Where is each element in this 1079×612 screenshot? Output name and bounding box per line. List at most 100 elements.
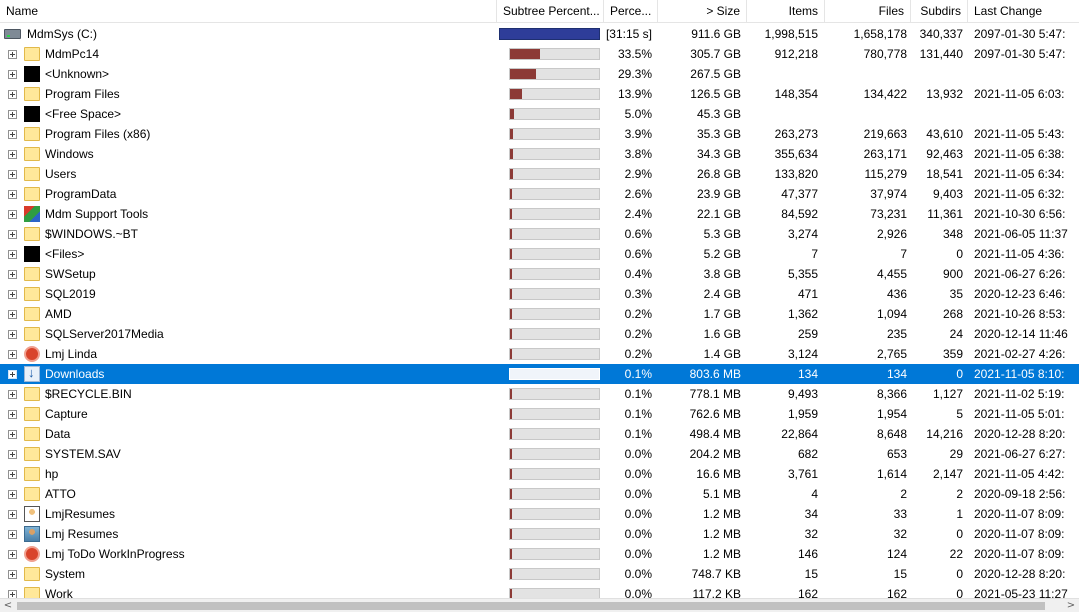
row-files: 263,171 (863, 147, 907, 161)
expand-toggle-icon[interactable] (8, 210, 17, 219)
row-subdirs: 0 (956, 527, 963, 541)
scroll-right-arrow-icon[interactable]: > (1064, 599, 1078, 612)
table-row[interactable]: Program Files 13.9% 126.5 GB 148,354 134,422… (0, 84, 1079, 104)
subtree-percent-bar (509, 508, 600, 520)
row-size: 1.4 GB (703, 347, 741, 361)
expand-toggle-icon[interactable] (8, 330, 17, 339)
subtree-percent-bar (509, 348, 600, 360)
table-row[interactable]: System 0.0% 748.7 KB 15 15 0 2020-12-28 8:20: (0, 564, 1079, 584)
expand-toggle-icon[interactable] (8, 410, 17, 419)
row-items: 22,864 (781, 427, 818, 441)
table-row[interactable]: Downloads 0.1% 803.6 MB 134 134 0 2021-11-05 8… (0, 364, 1079, 384)
row-subdirs: 18,541 (926, 167, 963, 181)
table-row[interactable]: hp 0.0% 16.6 MB 3,761 1,614 2,147 2021-11-05 4… (0, 464, 1079, 484)
column-header-percent[interactable]: Perce... (604, 0, 658, 23)
expand-toggle-icon[interactable] (8, 70, 17, 79)
row-files: 1,954 (876, 407, 907, 421)
table-row[interactable]: SYSTEM.SAV 0.0% 204.2 MB 682 653 29 2021-06-27… (0, 444, 1079, 464)
table-row[interactable]: Program Files (x86) 3.9% 35.3 GB 263,273 219… (0, 124, 1079, 144)
expand-toggle-icon[interactable] (8, 390, 17, 399)
table-row[interactable]: <Unknown> 29.3% 267.5 GB (0, 64, 1079, 84)
row-percent: 0.0% (624, 487, 652, 501)
expand-toggle-icon[interactable] (8, 530, 17, 539)
expand-toggle-icon[interactable] (8, 490, 17, 499)
table-row[interactable]: Capture 0.1% 762.6 MB 1,959 1,954 5 2021-11-05… (0, 404, 1079, 424)
row-percent: 5.0% (624, 107, 652, 121)
table-row[interactable]: SWSetup 0.4% 3.8 GB 5,355 4,455 900 2021-06-27… (0, 264, 1079, 284)
table-row[interactable]: SQLServer2017Media 0.2% 1.6 GB 259 235 24 2020… (0, 324, 1079, 344)
expand-toggle-icon[interactable] (8, 50, 17, 59)
subtree-percent-bar-fill (510, 329, 512, 339)
expand-toggle-icon[interactable] (8, 250, 17, 259)
row-name: SYSTEM.SAV (45, 447, 121, 461)
expand-toggle-icon[interactable] (8, 470, 17, 479)
table-row[interactable]: $WINDOWS.~BT 0.6% 5.3 GB 3,274 2,926 348 2021-… (0, 224, 1079, 244)
table-row[interactable]: Users 2.9% 26.8 GB 133,820 115,279 18,541 2021… (0, 164, 1079, 184)
expand-toggle-icon[interactable] (8, 270, 17, 279)
table-row[interactable]: Work 0.0% 117.2 KB 162 162 0 2021-05-23 11:27 (0, 584, 1079, 598)
expand-toggle-icon[interactable] (8, 170, 17, 179)
subtree-percent-bar (509, 428, 600, 440)
expand-toggle-icon[interactable] (8, 590, 17, 598)
column-header-subdirs[interactable]: Subdirs (911, 0, 968, 23)
row-files: 1,658,178 (853, 27, 907, 41)
row-percent: [31:15 s] (605, 27, 652, 41)
expand-toggle-icon[interactable] (8, 450, 17, 459)
column-header-size[interactable]: > Size (658, 0, 747, 23)
column-header-items[interactable]: Items (747, 0, 825, 23)
expand-toggle-icon[interactable] (8, 370, 17, 379)
table-row[interactable]: Lmj Resumes 0.0% 1.2 MB 32 32 0 2020-11-07 8:0… (0, 524, 1079, 544)
row-percent: 0.0% (624, 527, 652, 541)
expand-toggle-icon[interactable] (8, 290, 17, 299)
subtree-percent-bar (499, 28, 600, 40)
expand-toggle-icon[interactable] (8, 430, 17, 439)
expand-toggle-icon[interactable] (8, 510, 17, 519)
table-row[interactable]: Lmj ToDo WorkInProgress 0.0% 1.2 MB 146 124 2… (0, 544, 1079, 564)
table-row[interactable]: <Free Space> 5.0% 45.3 GB (0, 104, 1079, 124)
expand-toggle-icon[interactable] (8, 150, 17, 159)
column-header-last-change[interactable]: Last Change (968, 0, 1079, 23)
expand-toggle-icon[interactable] (8, 230, 17, 239)
column-header-files[interactable]: Files (825, 0, 911, 23)
red-circle-icon (24, 346, 40, 362)
table-row[interactable]: SQL2019 0.3% 2.4 GB 471 436 35 2020-12-23 6:46… (0, 284, 1079, 304)
table-row[interactable]: Data 0.1% 498.4 MB 22,864 8,648 14,216 2020-12… (0, 424, 1079, 444)
table-row[interactable]: ATTO 0.0% 5.1 MB 4 2 2 2020-09-18 2:56: (0, 484, 1079, 504)
row-items: 146 (797, 547, 818, 561)
expand-toggle-icon[interactable] (8, 110, 17, 119)
scroll-thumb[interactable] (17, 602, 1045, 610)
row-percent: 0.0% (624, 547, 652, 561)
subtree-percent-bar-fill (510, 369, 512, 379)
expand-toggle-icon[interactable] (8, 550, 17, 559)
column-header-subtree-percent[interactable]: Subtree Percent... (497, 0, 604, 23)
row-files: 7 (900, 247, 907, 261)
expand-toggle-icon[interactable] (8, 130, 17, 139)
row-items: 134 (797, 367, 818, 381)
table-row[interactable]: Mdm Support Tools 2.4% 22.1 GB 84,592 73,231… (0, 204, 1079, 224)
scroll-left-arrow-icon[interactable]: < (1, 599, 15, 612)
table-row[interactable]: AMD 0.2% 1.7 GB 1,362 1,094 268 2021-10-26 8:5… (0, 304, 1079, 324)
table-row[interactable]: $RECYCLE.BIN 0.1% 778.1 MB 9,493 8,366 1,127 2… (0, 384, 1079, 404)
table-row[interactable]: Lmj Linda 0.2% 1.4 GB 3,124 2,765 359 2021-02-… (0, 344, 1079, 364)
subtree-percent-bar (509, 548, 600, 560)
expand-toggle-icon[interactable] (8, 350, 17, 359)
folder-icon (24, 307, 40, 321)
row-percent: 0.0% (624, 587, 652, 598)
directory-tree-list[interactable]: Name Subtree Percent... Perce... > Size … (0, 0, 1079, 598)
expand-toggle-icon[interactable] (8, 310, 17, 319)
expand-toggle-icon[interactable] (8, 570, 17, 579)
root-drive-row[interactable]: MdmSys (C:) [31:15 s] 911.6 GB 1,998,515… (0, 24, 1079, 44)
table-row[interactable]: Windows 3.8% 34.3 GB 355,634 263,171 92,463 20… (0, 144, 1079, 164)
row-name: SWSetup (45, 267, 96, 281)
table-row[interactable]: MdmPc14 33.5% 305.7 GB 912,218 780,778 131,44… (0, 44, 1079, 64)
expand-toggle-icon[interactable] (8, 190, 17, 199)
row-files: 15 (893, 567, 907, 581)
folder-icon (24, 187, 40, 201)
horizontal-scrollbar[interactable]: < > (0, 598, 1079, 612)
table-row[interactable]: LmjResumes 0.0% 1.2 MB 34 33 1 2020-11-07 8:09… (0, 504, 1079, 524)
expand-toggle-icon[interactable] (8, 90, 17, 99)
column-header-name[interactable]: Name (0, 0, 497, 23)
row-last-change: 2021-11-05 6:34: (974, 167, 1065, 181)
table-row[interactable]: <Files> 0.6% 5.2 GB 7 7 0 2021-11-05 4:36: (0, 244, 1079, 264)
table-row[interactable]: ProgramData 2.6% 23.9 GB 47,377 37,974 9,403 2… (0, 184, 1079, 204)
